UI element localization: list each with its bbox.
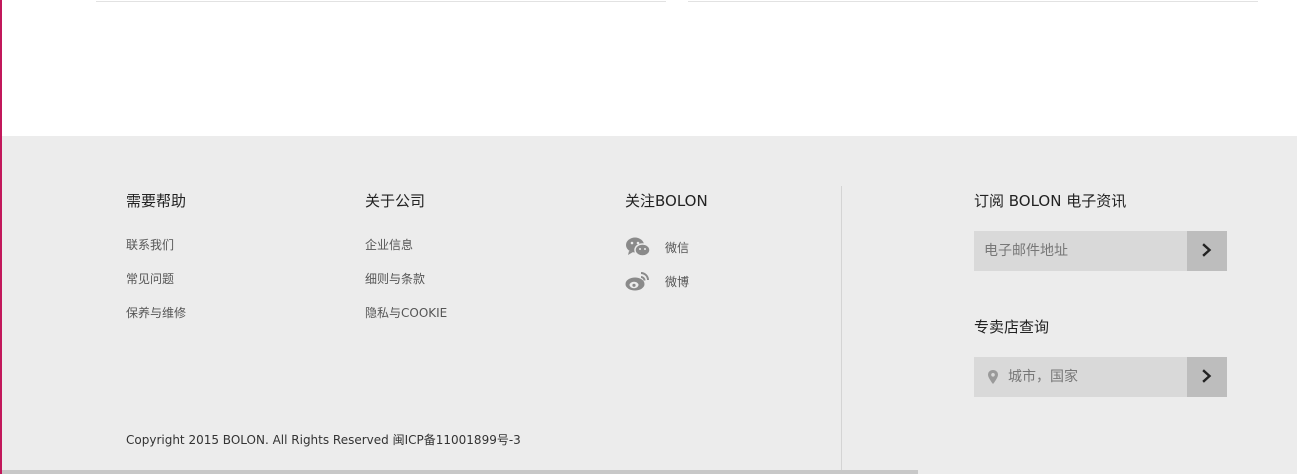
store-search-button[interactable] xyxy=(1187,357,1227,397)
store-locator-title: 专卖店查询 xyxy=(974,318,1050,336)
social-weibo[interactable]: 微博 xyxy=(625,269,708,293)
site-footer: 需要帮助 联系我们 常见问题 保养与维修 关于公司 企业信息 细则与条款 隐私与… xyxy=(2,136,1297,474)
copyright-text: Copyright 2015 BOLON. All Rights Reserve… xyxy=(126,433,521,447)
city-country-input[interactable] xyxy=(974,357,1187,397)
page: 需要帮助 联系我们 常见问题 保养与维修 关于公司 企业信息 细则与条款 隐私与… xyxy=(0,0,1297,474)
subscribe-title: 订阅 BOLON 电子资讯 xyxy=(974,192,1127,210)
weibo-label: 微博 xyxy=(665,274,690,289)
chevron-right-icon xyxy=(1201,368,1213,386)
follow-title: 关注BOLON xyxy=(625,192,708,210)
footer-column-subscribe: 订阅 BOLON 电子资讯 专卖店查询 xyxy=(974,191,1227,397)
link-terms[interactable]: 细则与条款 xyxy=(365,269,447,289)
weibo-icon xyxy=(625,269,651,293)
social-links: 微信 微博 xyxy=(625,235,708,293)
link-company-info[interactable]: 企业信息 xyxy=(365,235,447,255)
social-wechat[interactable]: 微信 xyxy=(625,235,708,259)
link-care-repair[interactable]: 保养与维修 xyxy=(126,303,186,323)
wechat-icon xyxy=(625,235,651,259)
store-locator-form xyxy=(974,357,1227,397)
location-pin-icon xyxy=(986,369,1000,385)
link-faq[interactable]: 常见问题 xyxy=(126,269,186,289)
help-title: 需要帮助 xyxy=(126,192,187,210)
horizontal-scrollbar[interactable] xyxy=(2,470,918,474)
link-privacy-cookie[interactable]: 隐私与COOKIE xyxy=(365,303,447,323)
subscribe-submit-button[interactable] xyxy=(1187,231,1227,271)
product-card-right-edge xyxy=(688,0,1258,2)
email-input[interactable] xyxy=(974,231,1187,271)
wechat-label: 微信 xyxy=(665,240,690,255)
footer-column-follow: 关注BOLON 微信 微博 xyxy=(625,191,708,303)
subscribe-form xyxy=(974,231,1227,271)
about-links: 企业信息 细则与条款 隐私与COOKIE xyxy=(365,235,447,323)
product-card-left-edge xyxy=(96,0,666,2)
chevron-right-icon xyxy=(1201,242,1213,260)
about-title: 关于公司 xyxy=(365,192,426,210)
link-contact-us[interactable]: 联系我们 xyxy=(126,235,186,255)
help-links: 联系我们 常见问题 保养与维修 xyxy=(126,235,186,323)
footer-divider xyxy=(841,186,842,474)
footer-column-help: 需要帮助 联系我们 常见问题 保养与维修 xyxy=(126,191,186,337)
footer-column-about: 关于公司 企业信息 细则与条款 隐私与COOKIE xyxy=(365,191,447,337)
